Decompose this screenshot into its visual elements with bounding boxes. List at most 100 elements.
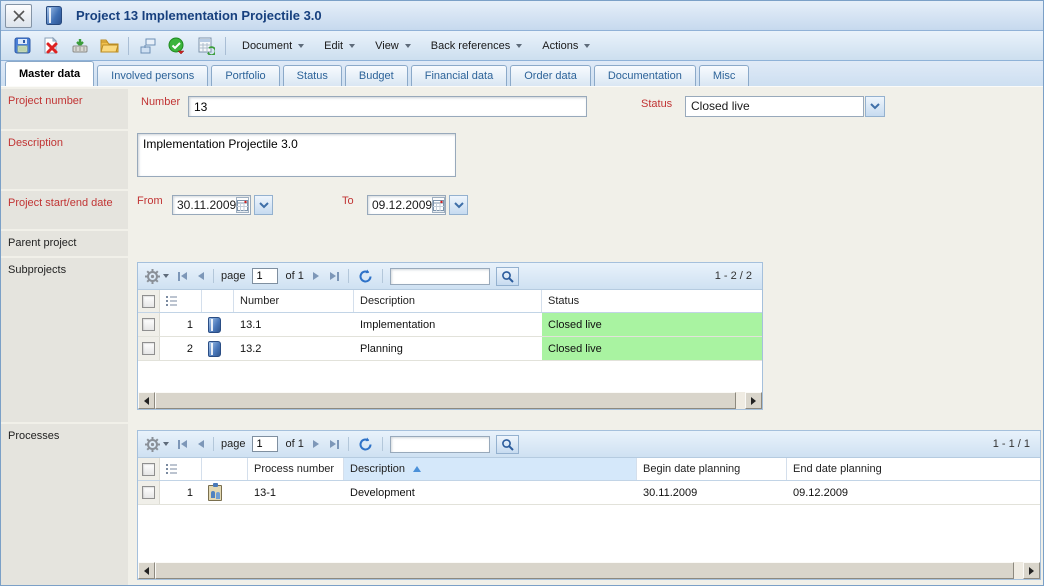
row-description: Implementation [354, 313, 542, 336]
subprojects-description-header[interactable]: Description [354, 290, 542, 312]
processes-refresh-button[interactable] [356, 435, 375, 454]
menu-edit[interactable]: Edit [314, 34, 365, 58]
subprojects-page-input[interactable] [252, 268, 278, 284]
save-button[interactable] [9, 34, 35, 58]
tab-budget[interactable]: Budget [345, 65, 408, 86]
number-input[interactable] [188, 96, 587, 117]
import-button[interactable] [67, 34, 93, 58]
row-checkbox-cell [138, 337, 160, 360]
from-calendar-button[interactable] [236, 197, 249, 213]
subprojects-first-page-button[interactable] [176, 270, 189, 283]
open-folder-button[interactable] [96, 34, 122, 58]
scrollbar-thumb[interactable] [155, 562, 1014, 579]
menu-view[interactable]: View [365, 34, 421, 58]
scroll-left-button[interactable] [138, 562, 155, 579]
toolbar-separator [128, 37, 129, 55]
close-button[interactable] [5, 4, 32, 28]
tab-status[interactable]: Status [283, 65, 342, 86]
subprojects-status-header[interactable]: Status [542, 290, 762, 312]
row-checkbox[interactable] [142, 318, 155, 331]
from-date-field[interactable]: 30.11.2009 [172, 195, 251, 215]
processes-settings-button[interactable] [145, 437, 169, 452]
processes-row-1[interactable]: 1 13-1 Development 30.11.2009 09.12.2009 [138, 481, 1040, 505]
page-of-label: of 1 [285, 270, 303, 282]
subprojects-icon-header[interactable] [202, 290, 234, 312]
processes-rownum-header[interactable] [160, 458, 202, 480]
processes-icon-header[interactable] [202, 458, 248, 480]
scroll-right-button[interactable] [745, 392, 762, 409]
subprojects-number-header[interactable]: Number [234, 290, 354, 312]
structure-button[interactable] [135, 34, 161, 58]
menu-document[interactable]: Document [232, 34, 314, 58]
scroll-left-button[interactable] [138, 392, 155, 409]
processes-page-input[interactable] [252, 436, 278, 452]
checkbox-icon [142, 295, 155, 308]
subprojects-next-page-button[interactable] [311, 270, 321, 282]
status-dropdown-button[interactable] [865, 96, 885, 117]
processes-next-page-button[interactable] [311, 438, 321, 450]
processes-first-page-button[interactable] [176, 438, 189, 451]
open-folder-icon [100, 38, 119, 54]
row-index: 1 [160, 313, 202, 336]
approve-button[interactable] [164, 34, 190, 58]
row-checkbox[interactable] [142, 342, 155, 355]
row-begin-date: 30.11.2009 [637, 481, 787, 504]
tab-financial-data[interactable]: Financial data [411, 65, 508, 86]
processes-last-page-button[interactable] [328, 438, 341, 451]
toolbar-separator [225, 37, 226, 55]
subprojects-search-input[interactable] [390, 268, 490, 285]
processes-end-header[interactable]: End date planning [787, 458, 1040, 480]
tab-documentation[interactable]: Documentation [594, 65, 696, 86]
tab-involved-persons[interactable]: Involved persons [97, 65, 208, 86]
scrollbar-thumb[interactable] [155, 392, 736, 409]
processes-prev-page-button[interactable] [196, 438, 206, 450]
status-value[interactable]: Closed live [685, 96, 864, 117]
processes-begin-header[interactable]: Begin date planning [637, 458, 787, 480]
tab-misc[interactable]: Misc [699, 65, 750, 86]
subprojects-select-all[interactable] [138, 290, 160, 312]
menu-actions[interactable]: Actions [532, 34, 600, 58]
chevron-down-icon [298, 44, 304, 48]
processes-number-header[interactable]: Process number [248, 458, 344, 480]
to-date-dropdown-button[interactable] [449, 195, 468, 215]
subprojects-row-2[interactable]: 2 13.2 Planning Closed live [138, 337, 762, 361]
subprojects-last-page-button[interactable] [328, 270, 341, 283]
processes-search-input[interactable] [390, 436, 490, 453]
calculate-button[interactable] [193, 34, 219, 58]
first-page-icon [178, 272, 180, 281]
row-description: Development [344, 481, 637, 504]
scroll-left-icon [144, 397, 149, 405]
row-label-parent-project: Parent project [1, 231, 128, 256]
search-icon [501, 438, 514, 451]
refresh-icon [358, 437, 373, 452]
subprojects-search-button[interactable] [496, 267, 519, 286]
subprojects-prev-page-button[interactable] [196, 270, 206, 282]
chevron-down-icon [259, 202, 269, 209]
subprojects-refresh-button[interactable] [356, 267, 375, 286]
numbered-list-icon [166, 463, 178, 475]
processes-description-header[interactable]: Description [344, 458, 637, 480]
subprojects-row-1[interactable]: 1 13.1 Implementation Closed live [138, 313, 762, 337]
tab-order-data[interactable]: Order data [510, 65, 591, 86]
tab-portfolio[interactable]: Portfolio [211, 65, 279, 86]
processes-search-button[interactable] [496, 435, 519, 454]
processes-select-all[interactable] [138, 458, 160, 480]
menu-back-references[interactable]: Back references [421, 34, 532, 58]
subprojects-settings-button[interactable] [145, 269, 169, 284]
project-book-icon[interactable] [208, 341, 221, 357]
description-textarea[interactable]: Implementation Projectile 3.0 [137, 133, 456, 177]
to-date-field[interactable]: 09.12.2009 [367, 195, 446, 215]
subprojects-rownum-header[interactable] [160, 290, 202, 312]
prev-page-icon [198, 272, 204, 280]
row-label-description: Description [1, 131, 128, 189]
row-checkbox[interactable] [142, 486, 155, 499]
tab-bar: Master data Involved persons Portfolio S… [1, 61, 1043, 87]
scroll-right-button[interactable] [1023, 562, 1040, 579]
from-date-dropdown-button[interactable] [254, 195, 273, 215]
tab-master-data[interactable]: Master data [5, 61, 94, 86]
project-book-icon[interactable] [208, 317, 221, 333]
process-clipboard-icon[interactable] [208, 485, 222, 501]
to-calendar-button[interactable] [432, 197, 445, 213]
delete-document-button[interactable] [38, 34, 64, 58]
row-label-dates: Project start/end date [1, 191, 128, 229]
